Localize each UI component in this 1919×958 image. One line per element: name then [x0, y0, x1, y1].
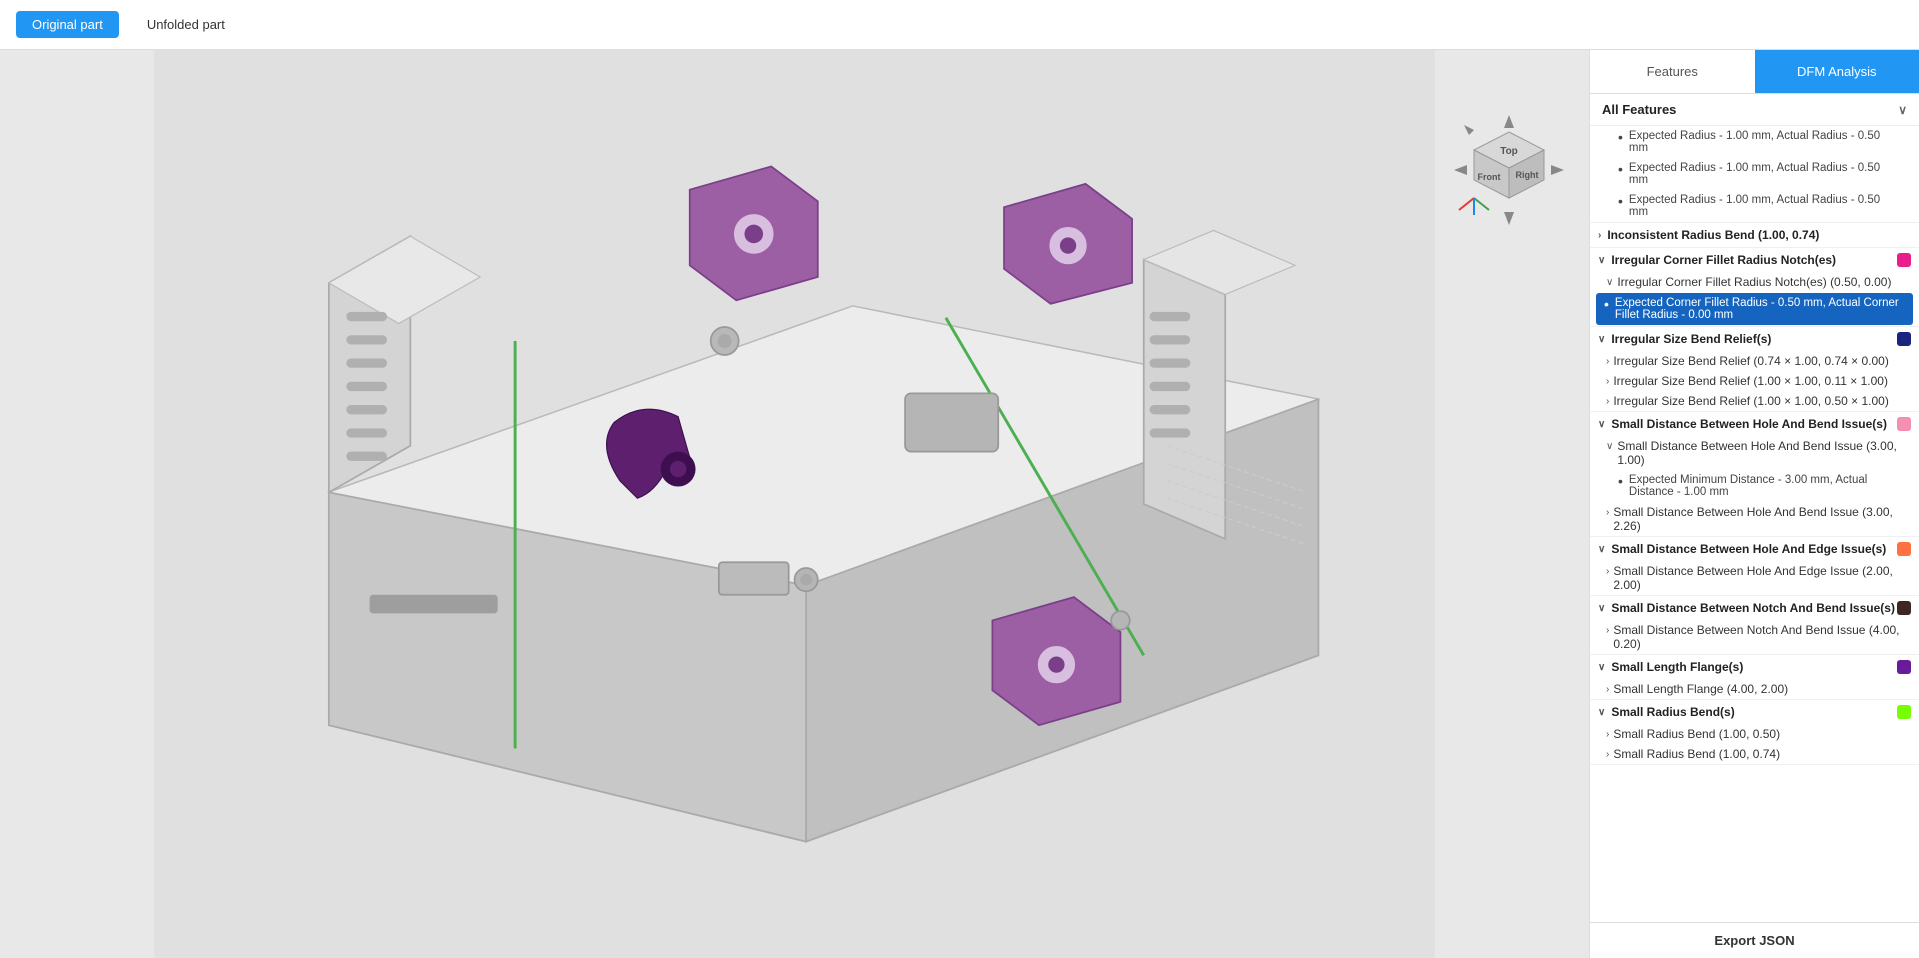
hole-edge-header[interactable]: ∨ Small Distance Between Hole And Edge I… — [1590, 537, 1919, 561]
hole-bend-sub-1[interactable]: ∨ Small Distance Between Hole And Bend I… — [1590, 436, 1919, 470]
chevron-hole-bend-sub-1: ∨ — [1606, 441, 1613, 452]
chevron-small-radius-bend-sub-1: › — [1606, 729, 1609, 740]
radius-item-3[interactable]: • Expected Radius - 1.00 mm, Actual Radi… — [1590, 190, 1919, 222]
original-part-button[interactable]: Original part — [16, 11, 119, 38]
svg-text:Right: Right — [1516, 170, 1539, 180]
chevron-notch-bend: ∨ — [1598, 603, 1605, 614]
chevron-hole-edge-sub-1: › — [1606, 566, 1609, 577]
hole-edge-color — [1897, 542, 1911, 556]
main-area: Top Front Right Features DFM Analysis Al… — [0, 50, 1919, 958]
small-flange-sub-1[interactable]: › Small Length Flange (4.00, 2.00) — [1590, 679, 1919, 699]
irregular-size-color — [1897, 332, 1911, 346]
3d-viewport[interactable]: Top Front Right — [0, 50, 1589, 958]
chevron-small-flange-sub-1: › — [1606, 684, 1609, 695]
export-json-button[interactable]: Export JSON — [1590, 922, 1919, 958]
chevron-irregular-size-sub-3: › — [1606, 396, 1609, 407]
feature-group-inconsistent-radius: › Inconsistent Radius Bend (1.00, 0.74) — [1590, 223, 1919, 248]
tabs-row: Features DFM Analysis — [1590, 50, 1919, 94]
cube-navigator[interactable]: Top Front Right — [1449, 110, 1569, 230]
feature-group-hole-edge: ∨ Small Distance Between Hole And Edge I… — [1590, 537, 1919, 596]
svg-text:Top: Top — [1500, 146, 1518, 157]
hole-edge-sub-1[interactable]: › Small Distance Between Hole And Edge I… — [1590, 561, 1919, 595]
feature-group-radius-top: • Expected Radius - 1.00 mm, Actual Radi… — [1590, 126, 1919, 223]
radius-item-1[interactable]: • Expected Radius - 1.00 mm, Actual Radi… — [1590, 126, 1919, 158]
feature-group-small-radius-bend: ∨ Small Radius Bend(s) › Small Radius Be… — [1590, 700, 1919, 765]
all-features-chevron[interactable]: ∨ — [1898, 103, 1907, 117]
chevron-hole-edge: ∨ — [1598, 544, 1605, 555]
feature-group-irregular-size: ∨ Irregular Size Bend Relief(s) › Irregu… — [1590, 327, 1919, 412]
hole-bend-color — [1897, 417, 1911, 431]
top-bar: Original part Unfolded part — [0, 0, 1919, 50]
chevron-inconsistent-radius: › — [1598, 230, 1601, 241]
feature-group-irregular-corner: ∨ Irregular Corner Fillet Radius Notch(e… — [1590, 248, 1919, 327]
all-features-header: All Features ∨ — [1590, 94, 1919, 126]
feature-group-hole-bend: ∨ Small Distance Between Hole And Bend I… — [1590, 412, 1919, 537]
radius-item-2[interactable]: • Expected Radius - 1.00 mm, Actual Radi… — [1590, 158, 1919, 190]
svg-text:Front: Front — [1478, 172, 1501, 182]
small-radius-bend-sub-1[interactable]: › Small Radius Bend (1.00, 0.50) — [1590, 724, 1919, 744]
chevron-small-radius-bend: ∨ — [1598, 707, 1605, 718]
chevron-irregular-size-sub-2: › — [1606, 376, 1609, 387]
feature-group-small-flange: ∨ Small Length Flange(s) › Small Length … — [1590, 655, 1919, 700]
chevron-irregular-size-sub-1: › — [1606, 356, 1609, 367]
chevron-hole-bend: ∨ — [1598, 419, 1605, 430]
all-features-label: All Features — [1602, 102, 1676, 117]
irregular-corner-header[interactable]: ∨ Irregular Corner Fillet Radius Notch(e… — [1590, 248, 1919, 272]
irregular-corner-sub[interactable]: ∨ Irregular Corner Fillet Radius Notch(e… — [1590, 272, 1919, 292]
irregular-size-header[interactable]: ∨ Irregular Size Bend Relief(s) — [1590, 327, 1919, 351]
notch-bend-sub-1[interactable]: › Small Distance Between Notch And Bend … — [1590, 620, 1919, 654]
irregular-size-sub-2[interactable]: › Irregular Size Bend Relief (1.00 × 1.0… — [1590, 371, 1919, 391]
hole-bend-item-1[interactable]: • Expected Minimum Distance - 3.00 mm, A… — [1590, 470, 1919, 502]
features-list[interactable]: • Expected Radius - 1.00 mm, Actual Radi… — [1590, 126, 1919, 922]
chevron-notch-bend-sub-1: › — [1606, 625, 1609, 636]
chevron-hole-bend-sub-2: › — [1606, 507, 1609, 518]
hole-bend-header[interactable]: ∨ Small Distance Between Hole And Bend I… — [1590, 412, 1919, 436]
irregular-size-sub-3[interactable]: › Irregular Size Bend Relief (1.00 × 1.0… — [1590, 391, 1919, 411]
small-radius-bend-color — [1897, 705, 1911, 719]
unfolded-part-button[interactable]: Unfolded part — [131, 11, 241, 38]
notch-bend-color — [1897, 601, 1911, 615]
irregular-corner-color — [1897, 253, 1911, 267]
small-flange-color — [1897, 660, 1911, 674]
small-radius-bend-sub-2[interactable]: › Small Radius Bend (1.00, 0.74) — [1590, 744, 1919, 764]
right-panel: Features DFM Analysis All Features ∨ • E… — [1589, 50, 1919, 958]
small-radius-bend-header[interactable]: ∨ Small Radius Bend(s) — [1590, 700, 1919, 724]
chevron-small-radius-bend-sub-2: › — [1606, 749, 1609, 760]
chevron-irregular-corner-sub: ∨ — [1606, 277, 1613, 288]
small-flange-header[interactable]: ∨ Small Length Flange(s) — [1590, 655, 1919, 679]
notch-bend-header[interactable]: ∨ Small Distance Between Notch And Bend … — [1590, 596, 1919, 620]
chevron-irregular-corner: ∨ — [1598, 255, 1605, 266]
inconsistent-radius-header[interactable]: › Inconsistent Radius Bend (1.00, 0.74) — [1590, 223, 1919, 247]
chevron-irregular-size: ∨ — [1598, 334, 1605, 345]
irregular-corner-item-highlighted[interactable]: • Expected Corner Fillet Radius - 0.50 m… — [1596, 293, 1913, 325]
hole-bend-sub-2[interactable]: › Small Distance Between Hole And Bend I… — [1590, 502, 1919, 536]
irregular-size-sub-1[interactable]: › Irregular Size Bend Relief (0.74 × 1.0… — [1590, 351, 1919, 371]
chevron-small-flange: ∨ — [1598, 662, 1605, 673]
tab-features[interactable]: Features — [1590, 50, 1755, 93]
feature-group-notch-bend: ∨ Small Distance Between Notch And Bend … — [1590, 596, 1919, 655]
tab-dfm-analysis[interactable]: DFM Analysis — [1755, 50, 1919, 93]
